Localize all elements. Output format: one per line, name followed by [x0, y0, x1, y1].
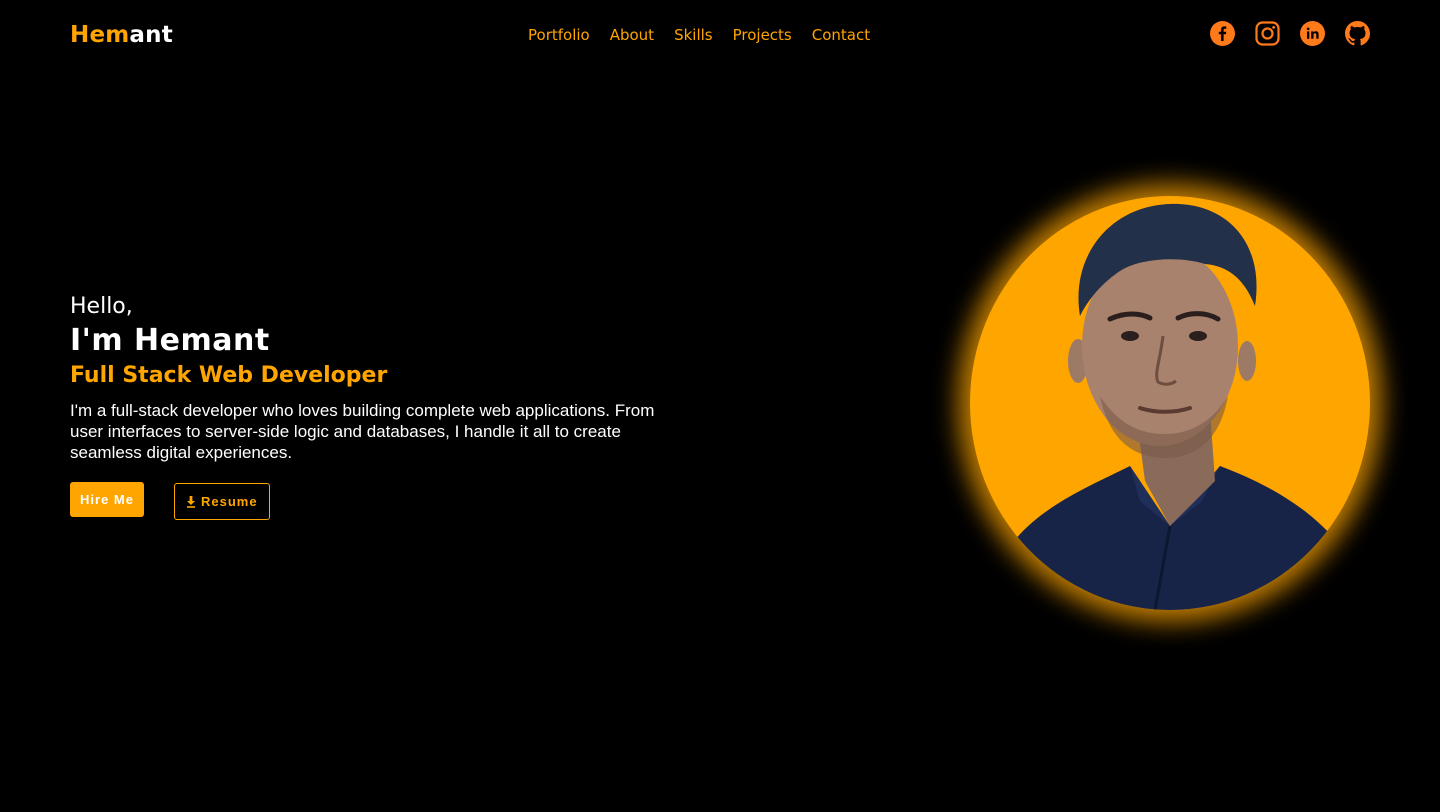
nav-link-contact[interactable]: Contact [812, 24, 870, 46]
linkedin-icon[interactable] [1300, 20, 1325, 47]
hero-intro: Hello, I'm Hemant Full Stack Web Develop… [70, 292, 690, 463]
hero-description: I'm a full-stack developer who loves bui… [70, 401, 655, 462]
hero-actions: Hire Me Resume [70, 482, 270, 520]
resume-button[interactable]: Resume [173, 483, 270, 520]
instagram-icon[interactable] [1255, 20, 1280, 47]
nav-link-about[interactable]: About [610, 24, 654, 46]
github-icon[interactable] [1345, 20, 1370, 47]
resume-label: Resume [200, 494, 258, 509]
social-links [1210, 20, 1370, 47]
nav-link-portfolio[interactable]: Portfolio [528, 24, 590, 46]
logo[interactable]: Hemant [70, 20, 173, 50]
greeting: Hello, [70, 294, 133, 319]
logo-rest: ant [129, 22, 173, 48]
logo-accent: Hem [70, 22, 130, 48]
site-header: Hemant Portfolio About Skills Projects C… [0, 0, 1440, 70]
hero-role: Full Stack Web Developer [70, 363, 388, 388]
main-nav: Portfolio About Skills Projects Contact [528, 24, 870, 46]
page: Hemant Portfolio About Skills Projects C… [0, 0, 1440, 812]
nav-link-projects[interactable]: Projects [733, 24, 792, 46]
nav-link-skills[interactable]: Skills [674, 24, 713, 46]
hire-me-button[interactable]: Hire Me [70, 482, 144, 517]
download-icon [186, 495, 195, 508]
profile-photo [970, 196, 1370, 610]
facebook-icon[interactable] [1210, 20, 1235, 47]
hero-name: I'm Hemant [70, 323, 270, 358]
